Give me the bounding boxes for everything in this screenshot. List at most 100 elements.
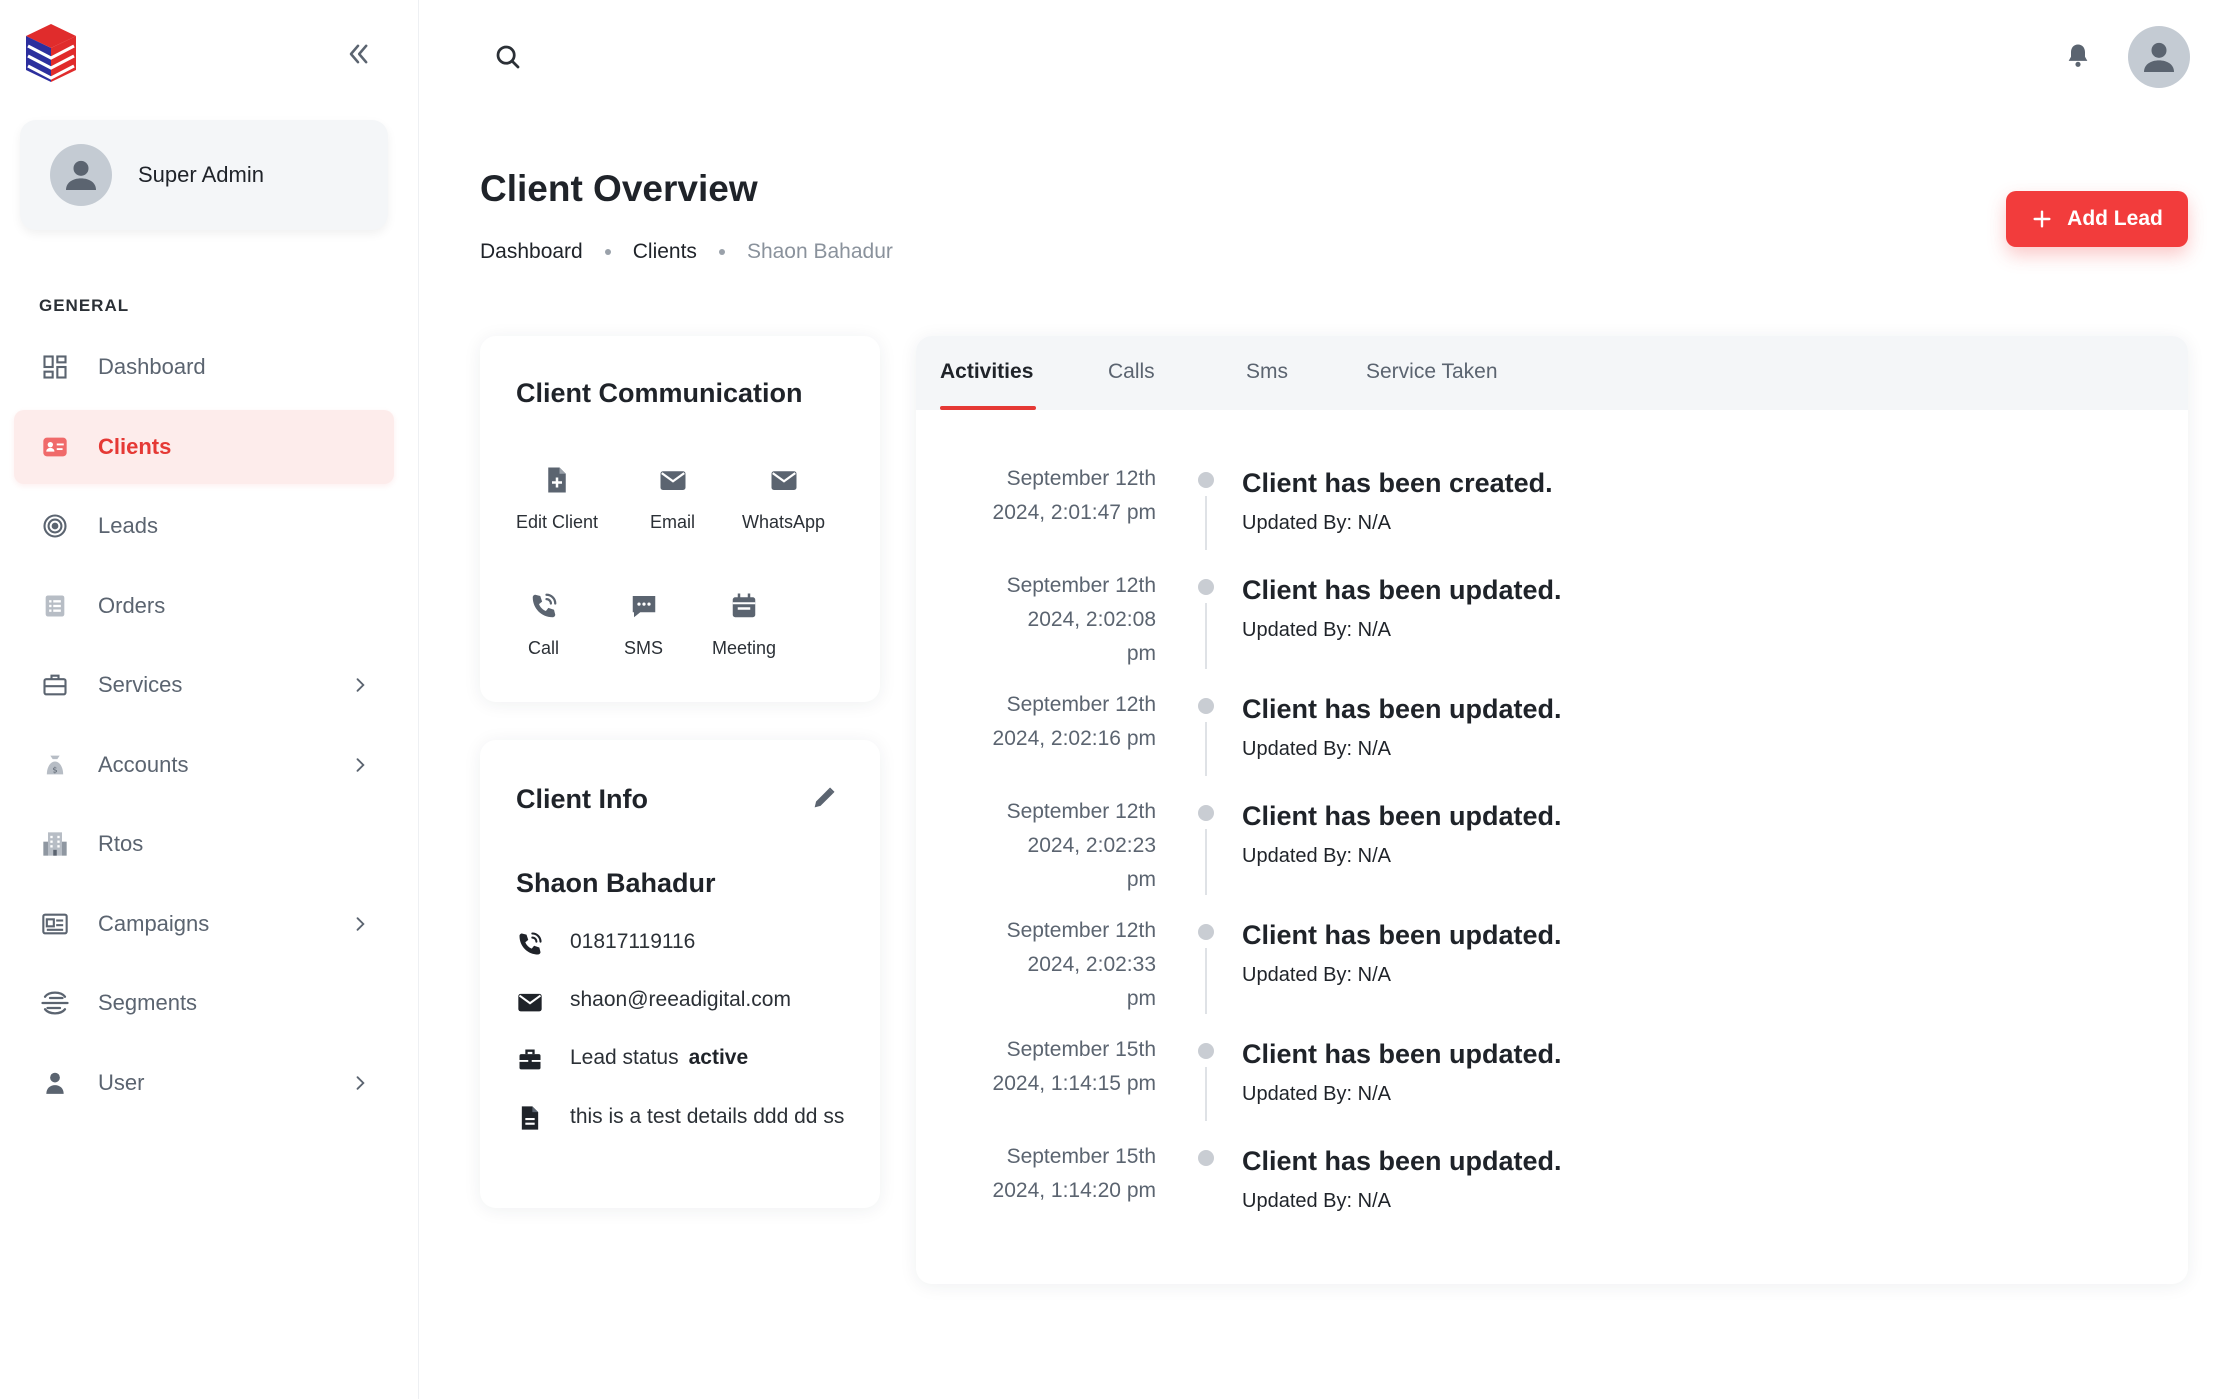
top-user-avatar[interactable]: [2128, 26, 2190, 88]
breadcrumb-separator: [718, 249, 725, 255]
sidebar-item-clients[interactable]: Clients: [14, 409, 394, 484]
activity-date: September 12th 2024, 2:01:47 pm: [916, 462, 1156, 530]
activity-title: Client has been updated.: [1242, 1146, 1562, 1176]
timeline-connector: [1205, 829, 1207, 895]
user-avatar-icon: [66, 160, 96, 190]
sidebar-item-label: Accounts: [98, 751, 189, 777]
client-phone: 01817119116: [570, 930, 696, 953]
lead-status-label: Lead status: [570, 1046, 679, 1069]
meeting-action[interactable]: Meeting: [712, 590, 776, 659]
timeline-connector: [1205, 496, 1207, 550]
activity-updated-by: Updated By: N/A: [1242, 512, 1391, 534]
sidebar-item-label: Rtos: [98, 831, 144, 856]
date-line: 2024, 2:02:33: [1027, 953, 1156, 976]
client-name: Shaon Bahadur: [516, 868, 716, 898]
svg-text:$: $: [52, 764, 57, 774]
contact-card-icon: [40, 432, 70, 462]
search-button[interactable]: [493, 42, 525, 74]
sidebar-item-label: User: [98, 1069, 145, 1095]
email-action[interactable]: Email: [650, 464, 695, 533]
calendar-icon: [732, 593, 756, 618]
activity-title: Client has been updated.: [1242, 575, 1562, 605]
briefcase-icon: [519, 1049, 541, 1070]
sidebar-item-label: Campaigns: [98, 910, 210, 936]
breadcrumb: Dashboard Clients Shaon Bahadur: [480, 240, 893, 264]
sidebar-item-label: Leads: [98, 513, 158, 538]
date-line: 2024, 2:02:08: [1027, 608, 1156, 631]
chevron-right-icon: [356, 678, 365, 692]
bell-icon: [2068, 44, 2088, 67]
user-name: Super Admin: [138, 162, 264, 187]
notifications-button[interactable]: [2064, 40, 2094, 72]
activity-updated-by: Updated By: N/A: [1242, 738, 1391, 760]
money-bag-icon: $: [40, 750, 70, 780]
sidebar-item-leads[interactable]: Leads: [14, 489, 394, 563]
breadcrumb-clients[interactable]: Clients: [633, 240, 697, 264]
edit-client-info-button[interactable]: [810, 784, 838, 812]
tab-calls[interactable]: Calls: [1108, 360, 1155, 384]
avatar: [50, 144, 112, 206]
tab-activities[interactable]: Activities: [940, 360, 1033, 384]
timeline-dot: [1198, 472, 1214, 488]
add-lead-button[interactable]: Add Lead: [2006, 191, 2188, 247]
phone-icon: [532, 593, 556, 618]
section-label-general: GENERAL: [39, 296, 130, 315]
activity-updated-by: Updated By: N/A: [1242, 619, 1391, 641]
date-line: 2024, 2:02:23: [1027, 834, 1156, 857]
activity-updated-by: Updated By: N/A: [1242, 845, 1391, 867]
breadcrumb-dashboard[interactable]: Dashboard: [480, 240, 583, 264]
chevron-right-icon: [356, 916, 365, 931]
user-profile-card[interactable]: Super Admin: [20, 120, 388, 230]
call-action[interactable]: Call: [528, 590, 559, 659]
chat-bubble-icon: [632, 596, 655, 618]
timeline-connector: [1205, 1067, 1207, 1121]
whatsapp-action[interactable]: WhatsApp: [742, 464, 825, 533]
date-line: 2024, 1:14:15 pm: [992, 1072, 1156, 1095]
date-line: 2024, 2:01:47 pm: [992, 501, 1156, 524]
timeline-dot: [1198, 805, 1214, 821]
double-chevron-left-icon: [349, 44, 368, 64]
collapse-sidebar-button[interactable]: [340, 36, 376, 72]
client-communication-card: Client Communication Edit Client Email W…: [480, 336, 880, 702]
date-line: pm: [1126, 868, 1156, 891]
client-email-row: shaon@reeadigital.com: [516, 988, 791, 1016]
breadcrumb-separator: [604, 249, 611, 255]
timeline-dot: [1198, 698, 1214, 714]
date-line: 2024, 2:02:16 pm: [992, 727, 1156, 750]
sidebar-item-orders[interactable]: Orders: [14, 569, 394, 643]
client-email: shaon@reeadigital.com: [570, 988, 791, 1011]
activity-title: Client has been updated.: [1242, 920, 1562, 950]
action-label: WhatsApp: [742, 512, 826, 532]
sidebar-item-dashboard[interactable]: Dashboard: [14, 330, 394, 404]
action-label: Edit Client: [516, 512, 599, 532]
date-line: September 12th: [1006, 919, 1156, 942]
page-title: Client Overview: [480, 168, 758, 209]
sidebar-item-campaigns[interactable]: Campaigns: [14, 887, 394, 961]
sidebar-item-segments[interactable]: Segments: [14, 966, 394, 1040]
tab-service-taken[interactable]: Service Taken: [1366, 360, 1498, 384]
sidebar-item-services[interactable]: Services: [14, 648, 394, 722]
date-line: September 12th: [1006, 574, 1156, 597]
lead-status-row: Lead status active: [516, 1046, 748, 1074]
sms-action[interactable]: SMS: [624, 590, 663, 659]
edit-client-action[interactable]: Edit Client: [516, 464, 598, 533]
date-line: pm: [1126, 987, 1156, 1010]
envelope-icon: [518, 993, 542, 1012]
sidebar-item-rtos[interactable]: Rtos: [14, 807, 394, 881]
sidebar-item-label: Dashboard: [98, 354, 206, 379]
sidebar-item-accounts[interactable]: $ Accounts: [14, 728, 394, 802]
chevron-right-icon: [356, 757, 365, 772]
tab-sms[interactable]: Sms: [1246, 360, 1288, 384]
active-tab-indicator: [940, 406, 1036, 410]
app-logo[interactable]: [24, 22, 78, 84]
action-label: SMS: [624, 638, 664, 658]
activity-title: Client has been updated.: [1242, 1039, 1562, 1069]
dashboard-icon: [40, 352, 70, 382]
sidebar-item-user[interactable]: User: [14, 1046, 394, 1120]
activity-tabs: Activities Calls Sms Service Taken: [916, 336, 2188, 410]
timeline-dot: [1198, 1150, 1214, 1166]
sidebar-item-label: Clients: [98, 433, 172, 459]
activity-date: September 15th 2024, 1:14:20 pm: [916, 1140, 1156, 1208]
timeline-connector: [1205, 722, 1207, 776]
activity-date: September 12th 2024, 2:02:08 pm: [916, 569, 1156, 671]
